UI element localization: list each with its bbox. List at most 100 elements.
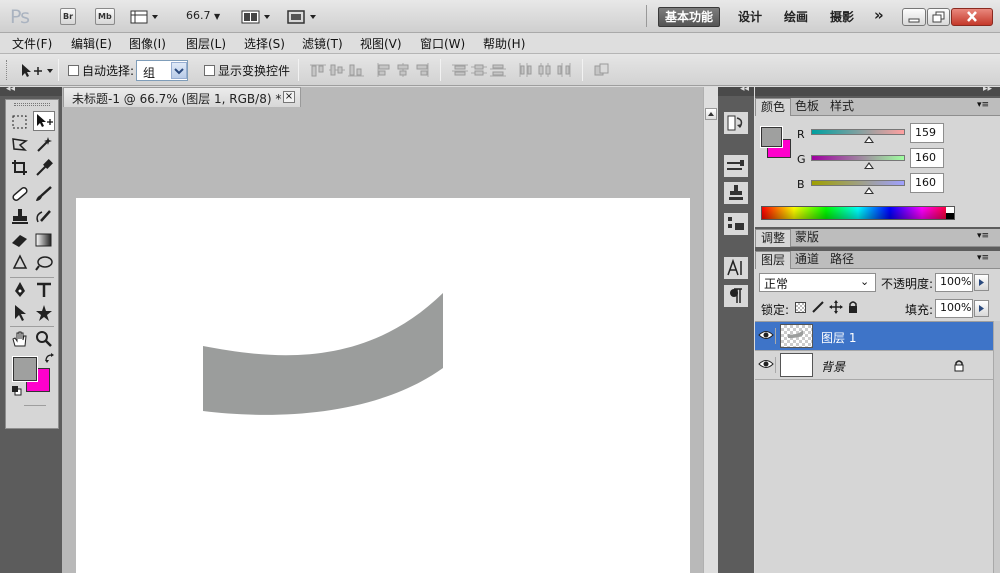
distribute-top-edges-button[interactable] <box>452 63 468 77</box>
align-horizontal-centers-button[interactable] <box>395 63 411 77</box>
path-selection-tool[interactable] <box>9 303 31 323</box>
auto-select-dropdown[interactable]: 组 <box>136 60 188 81</box>
dock-header[interactable]: ◂◂ <box>718 84 754 96</box>
clone-source-panel-button[interactable] <box>724 182 748 204</box>
dodge-tool[interactable] <box>33 253 55 273</box>
show-transform-controls-checkbox[interactable] <box>204 65 215 76</box>
lock-image-pixels-button[interactable] <box>811 300 825 314</box>
menu-window[interactable]: 窗口(W) <box>420 35 465 52</box>
brush-tool[interactable] <box>33 184 55 204</box>
opacity-field[interactable]: 100% <box>935 273 973 292</box>
tab-layers[interactable]: 图层 <box>755 251 792 269</box>
blue-value-field[interactable]: 160 <box>910 173 944 193</box>
workspace-painting-button[interactable]: 绘画 <box>778 8 814 28</box>
layer-row-background[interactable]: 背景 <box>755 351 993 380</box>
menu-view[interactable]: 视图(V) <box>360 35 402 52</box>
menu-layer[interactable]: 图层(L) <box>186 35 226 52</box>
red-value-field[interactable]: 159 <box>910 123 944 143</box>
close-window-button[interactable] <box>951 8 993 26</box>
dock-header[interactable]: ▸▸ <box>755 84 1000 96</box>
menu-select[interactable]: 选择(S) <box>244 35 285 52</box>
menu-image[interactable]: 图像(I) <box>129 35 166 52</box>
align-top-edges-button[interactable] <box>310 63 326 77</box>
blue-slider-thumb[interactable] <box>864 187 874 194</box>
crop-tool[interactable] <box>9 158 31 178</box>
lock-all-button[interactable] <box>847 300 859 314</box>
panel-menu-icon[interactable]: ▾≡ <box>977 231 989 241</box>
rectangular-marquee-tool[interactable] <box>9 112 31 132</box>
lock-position-button[interactable] <box>829 300 843 314</box>
layers-scrollbar[interactable] <box>993 321 1000 573</box>
workspace-photography-button[interactable]: 摄影 <box>824 8 860 28</box>
swap-colors-button[interactable] <box>44 352 56 364</box>
tab-masks[interactable]: 蒙版 <box>790 229 824 247</box>
align-right-edges-button[interactable] <box>414 63 430 77</box>
close-document-button[interactable]: × <box>283 91 295 103</box>
launch-bridge-button[interactable]: Br <box>60 8 77 25</box>
view-extras-menu[interactable] <box>130 9 160 25</box>
arrange-documents-menu[interactable] <box>241 9 273 25</box>
type-tool[interactable] <box>33 280 55 300</box>
clone-stamp-tool[interactable] <box>9 207 31 227</box>
more-workspaces-button[interactable]: » <box>868 6 890 26</box>
brush-presets-panel-button[interactable] <box>724 155 748 177</box>
align-vertical-centers-button[interactable] <box>329 63 345 77</box>
tool-presets-panel-button[interactable] <box>724 213 748 235</box>
align-bottom-edges-button[interactable] <box>348 63 364 77</box>
blur-tool[interactable] <box>9 253 31 273</box>
red-slider-thumb[interactable] <box>864 136 874 143</box>
vertical-scrollbar[interactable] <box>703 87 718 573</box>
green-slider-thumb[interactable] <box>864 162 874 169</box>
paragraph-panel-button[interactable] <box>724 285 748 307</box>
lasso-tool[interactable] <box>9 135 31 155</box>
eyedropper-tool[interactable] <box>33 158 55 178</box>
tools-panel-header[interactable]: ◂◂ <box>0 84 62 96</box>
tab-swatches[interactable]: 色板 <box>790 98 824 116</box>
tab-adjustments[interactable]: 调整 <box>755 229 792 247</box>
default-colors-button[interactable] <box>11 385 22 396</box>
panel-menu-icon[interactable]: ▾≡ <box>977 100 989 110</box>
pen-tool[interactable] <box>9 280 31 300</box>
menu-help[interactable]: 帮助(H) <box>483 35 525 52</box>
green-value-field[interactable]: 160 <box>910 148 944 168</box>
gradient-tool[interactable] <box>33 230 55 250</box>
restore-window-button[interactable] <box>927 8 950 26</box>
history-brush-tool[interactable] <box>33 207 55 227</box>
foreground-color-swatch[interactable] <box>760 126 783 148</box>
minimize-window-button[interactable] <box>902 8 926 26</box>
layer-row-layer-1[interactable]: 图层 1 <box>755 322 993 351</box>
layer-visibility-toggle[interactable] <box>758 357 776 373</box>
distribute-bottom-edges-button[interactable] <box>490 63 506 77</box>
blend-mode-dropdown[interactable]: 正常 ⌄ <box>759 273 876 292</box>
workspace-design-button[interactable]: 设计 <box>732 8 768 28</box>
menu-file[interactable]: 文件(F) <box>12 35 52 52</box>
distribute-right-edges-button[interactable] <box>556 63 572 77</box>
auto-align-layers-button[interactable] <box>594 63 610 77</box>
zoom-tool[interactable] <box>33 329 55 349</box>
green-slider[interactable] <box>811 155 905 161</box>
move-tool[interactable] <box>33 111 55 131</box>
custom-shape-tool[interactable] <box>33 303 55 323</box>
layer-visibility-toggle[interactable] <box>758 328 776 344</box>
align-left-edges-button[interactable] <box>376 63 392 77</box>
tool-preset-picker[interactable] <box>20 62 54 78</box>
fill-slider-button[interactable] <box>974 300 989 317</box>
hand-tool[interactable] <box>9 329 31 349</box>
color-spectrum-bar[interactable] <box>761 206 955 220</box>
distribute-left-edges-button[interactable] <box>518 63 534 77</box>
screen-mode-menu[interactable] <box>286 9 320 25</box>
eraser-tool[interactable] <box>9 230 31 250</box>
blue-slider[interactable] <box>811 180 905 186</box>
workspace-essentials-button[interactable]: 基本功能 <box>658 7 721 27</box>
distribute-horizontal-centers-button[interactable] <box>537 63 553 77</box>
distribute-vertical-centers-button[interactable] <box>471 63 487 77</box>
spot-healing-brush-tool[interactable] <box>9 184 31 204</box>
lock-transparent-pixels-button[interactable] <box>795 302 806 313</box>
quick-selection-tool[interactable] <box>33 135 55 155</box>
menu-edit[interactable]: 编辑(E) <box>71 35 112 52</box>
document-tab[interactable]: 未标题-1 @ 66.7% (图层 1, RGB/8) * × <box>63 87 301 107</box>
opacity-slider-button[interactable] <box>974 274 989 291</box>
menu-filter[interactable]: 滤镜(T) <box>302 35 343 52</box>
zoom-level-menu[interactable]: 66.7 ▼ <box>186 9 220 22</box>
scroll-up-button[interactable] <box>705 108 717 120</box>
